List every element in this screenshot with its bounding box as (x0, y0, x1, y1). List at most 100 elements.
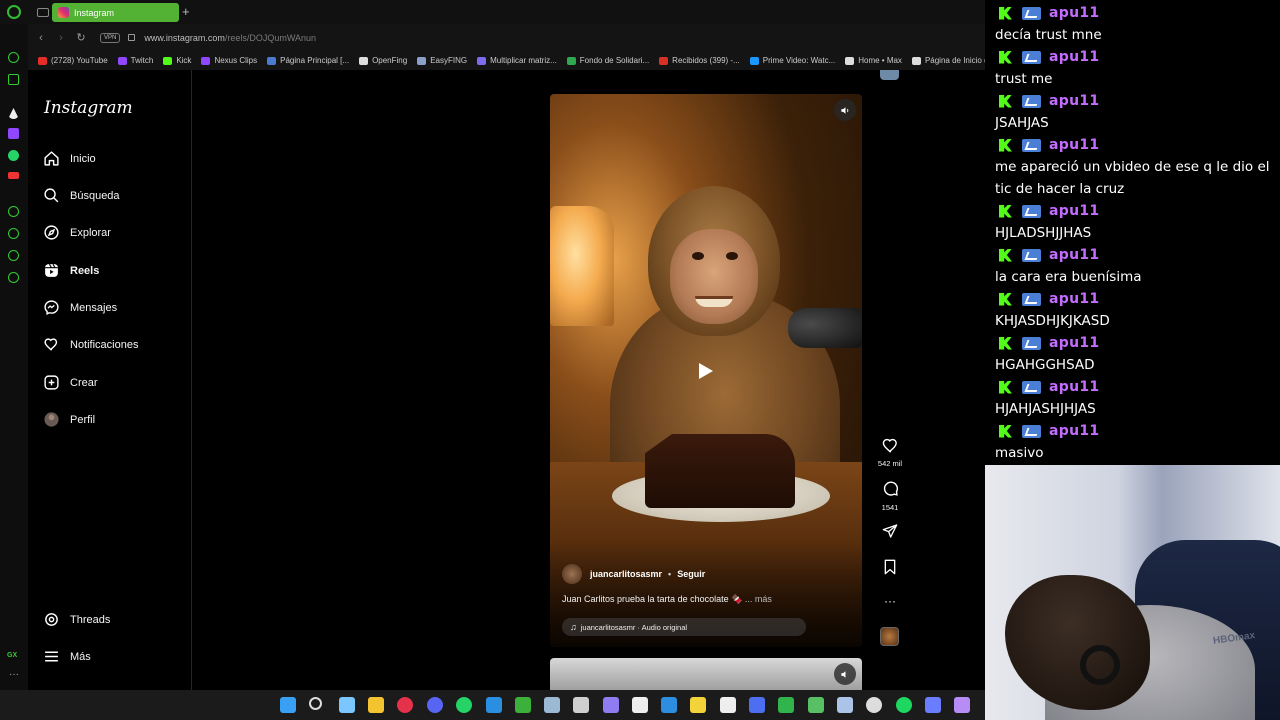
gx-control-icon[interactable] (8, 52, 19, 63)
extensions-icon[interactable] (8, 250, 19, 261)
nav-threads[interactable]: Threads (43, 611, 110, 628)
bookmark-item[interactable]: (2728) YouTube (38, 56, 108, 65)
notepad-icon[interactable] (837, 697, 853, 713)
bookmark-item[interactable]: Nexus Clips (201, 56, 257, 65)
monitor-app-icon[interactable] (808, 697, 824, 713)
nav-inicio[interactable]: Inicio (43, 150, 96, 167)
previous-reel-thumb[interactable] (880, 70, 899, 80)
bookmark-item[interactable]: Fondo de Solidari... (566, 56, 649, 65)
chat-username[interactable]: apu11 (1049, 291, 1099, 307)
capcut-icon[interactable] (720, 697, 736, 713)
tab-islands-icon[interactable] (37, 7, 49, 17)
lock-icon[interactable] (128, 34, 136, 41)
nav-busqueda[interactable]: Búsqueda (43, 187, 120, 204)
gx-badge-icon[interactable]: GX (7, 652, 17, 659)
sidebar-more-icon[interactable]: ··· (9, 669, 19, 680)
author-username[interactable]: juancarlitosasmr (590, 569, 662, 579)
zoom-icon[interactable] (749, 697, 765, 713)
caption-more-link[interactable]: ... más (745, 594, 772, 604)
reel-video[interactable]: juancarlitosasmr • Seguir Juan Carlitos … (550, 94, 862, 647)
tab-instagram[interactable]: Instagram (52, 3, 179, 22)
vpn-badge[interactable]: VPN (100, 32, 121, 43)
bookmark-item[interactable]: Página Principal [... (267, 56, 349, 65)
audio-pill[interactable]: ♫ juancarlitosasmr · Audio original (562, 618, 806, 636)
back-button[interactable]: ‹ (34, 32, 48, 44)
steam-icon[interactable] (544, 697, 560, 713)
audio-cover-thumb[interactable] (880, 627, 899, 646)
bookmark-item[interactable]: Página de Inicio d... (911, 56, 985, 65)
nav-notificaciones[interactable]: Notificaciones (43, 336, 138, 353)
game-app-icon[interactable] (603, 697, 619, 713)
chat-username[interactable]: apu11 (1049, 423, 1099, 439)
search-icon[interactable] (309, 697, 322, 710)
share-button[interactable] (874, 523, 906, 544)
bookmark-item[interactable]: Kick (163, 56, 191, 65)
kick-badge-icon (999, 94, 1012, 108)
file-explorer-icon[interactable] (368, 697, 384, 713)
bookmark-favicon-icon (659, 56, 669, 65)
whiteboard-icon[interactable] (661, 697, 677, 713)
gx-corner-icon[interactable] (8, 74, 19, 85)
obs-icon[interactable] (866, 697, 882, 713)
reload-button[interactable]: ↻ (74, 31, 88, 44)
chat-username[interactable]: apu11 (1049, 49, 1099, 65)
instagram-logo[interactable]: Instagram (44, 98, 133, 118)
chat-username[interactable]: apu11 (1049, 203, 1099, 219)
url-field[interactable]: www.instagram.com/reels/DOJQumWAnun (144, 33, 316, 43)
chat-username[interactable]: apu11 (1049, 335, 1099, 351)
history-icon[interactable] (8, 228, 19, 239)
chat-username[interactable]: apu11 (1049, 5, 1099, 21)
nav-mensajes[interactable]: Mensajes (43, 299, 117, 316)
bookmark-item[interactable]: Twitch (117, 56, 153, 65)
nav-crear[interactable]: Crear (43, 374, 98, 391)
spreadsheet-icon[interactable] (778, 697, 794, 713)
save-button[interactable] (874, 559, 906, 580)
opera-gx-logo-icon[interactable] (7, 5, 21, 19)
app-icon[interactable] (954, 697, 970, 713)
start-menu-icon[interactable] (280, 697, 296, 713)
bookmark-item[interactable]: OpenFing (359, 56, 407, 65)
next-reel-preview[interactable] (550, 658, 862, 690)
epic-games-icon[interactable] (573, 697, 589, 713)
whatsapp-sidebar-icon[interactable] (8, 150, 19, 161)
vscode-icon[interactable] (486, 697, 502, 713)
author-avatar[interactable] (562, 564, 582, 584)
next-reel-mute-button[interactable] (834, 663, 856, 685)
youtube-sidebar-icon[interactable] (8, 172, 19, 179)
play-button[interactable] (689, 354, 723, 388)
nav-more[interactable]: Más (43, 648, 91, 665)
reel-author[interactable]: juancarlitosasmr • Seguir (562, 564, 705, 584)
nav-reels[interactable]: Reels (43, 262, 99, 279)
bookmark-item[interactable]: Prime Video: Watc... (749, 56, 835, 65)
nav-perfil[interactable]: Perfil (43, 411, 95, 428)
bookmark-item[interactable]: EasyFING (417, 56, 467, 65)
forward-button[interactable]: › (54, 32, 68, 44)
chat-username[interactable]: apu11 (1049, 137, 1099, 153)
twitch-sidebar-icon[interactable] (8, 128, 19, 139)
spotify-icon[interactable] (896, 697, 912, 713)
player-icon[interactable] (8, 206, 19, 217)
chat-username[interactable]: apu11 (1049, 379, 1099, 395)
new-tab-button[interactable]: + (182, 4, 190, 19)
duck-app-icon[interactable] (690, 697, 706, 713)
whatsapp-icon[interactable] (456, 697, 472, 713)
arc-app-icon[interactable] (8, 108, 19, 119)
xbox-app-icon[interactable] (632, 697, 648, 713)
opera-gx-icon[interactable] (397, 697, 413, 713)
comment-button[interactable]: 1541 (874, 480, 906, 512)
bookmark-item[interactable]: Recibidos (399) -... (659, 56, 740, 65)
like-button[interactable]: 542 mil (874, 437, 906, 468)
bookmark-item[interactable]: Multiplicar matriz... (477, 56, 557, 65)
chat-username[interactable]: apu11 (1049, 247, 1099, 263)
xbox-icon[interactable] (515, 697, 531, 713)
bookmark-item[interactable]: Home • Max (845, 56, 902, 65)
more-options-button[interactable]: ··· (874, 592, 906, 610)
discord-icon[interactable] (427, 697, 443, 713)
video-editor-icon[interactable] (925, 697, 941, 713)
follow-button[interactable]: Seguir (677, 569, 705, 579)
settings-gear-icon[interactable] (8, 272, 19, 283)
task-view-icon[interactable] (339, 697, 355, 713)
nav-explorar[interactable]: Explorar (43, 224, 111, 241)
mute-toggle-button[interactable] (834, 99, 856, 121)
chat-username[interactable]: apu11 (1049, 93, 1099, 109)
